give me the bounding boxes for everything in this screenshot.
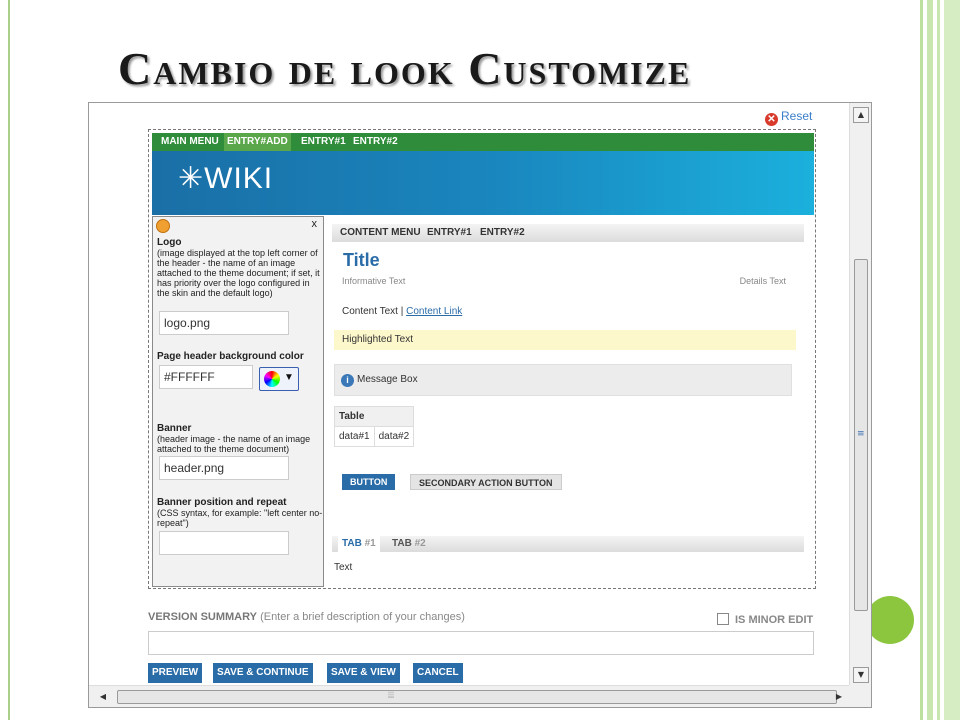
content-link[interactable]: Content Link [406, 306, 462, 317]
tab-label: TAB [392, 538, 412, 549]
banner-position-field[interactable] [159, 531, 289, 555]
details-text: Details Text [739, 276, 786, 286]
banner-position-help: (CSS syntax, for example: "left center n… [157, 508, 323, 528]
secondary-action-button[interactable]: SECONDARY ACTION BUTTON [410, 474, 562, 490]
content-preview: CONTENT MENU ENTRY#1 ENTRY#2 Title Infor… [332, 224, 804, 524]
close-button[interactable]: x [312, 218, 318, 230]
content-menu-item[interactable]: CONTENT MENU [340, 224, 421, 242]
content-text: Content Text | Content Link [342, 306, 462, 317]
table-cell: data#1 [334, 426, 375, 447]
content-text-label: Content Text | [342, 306, 404, 317]
tab-label: TAB [342, 538, 362, 549]
informative-text: Informative Text [342, 276, 406, 286]
tabs-preview: TAB #1 TAB #2 Text [332, 536, 804, 584]
vertical-scrollbar[interactable]: ▲ ≡ ▼ [849, 103, 871, 687]
right-stripe [927, 0, 933, 720]
editor-page: ✕ Reset MAIN MENU ENTRY#ADD ENTRY#1 ENTRY… [121, 103, 849, 687]
banner-position-label: Banner position and repeat [157, 497, 287, 508]
logo-help: (image displayed at the top left corner … [157, 248, 320, 298]
grip-icon: ⦙⦙⦙ [388, 691, 395, 701]
message-box: i Message Box [334, 364, 792, 396]
left-rule [8, 0, 10, 720]
tab-content-text: Text [334, 562, 353, 573]
version-summary-hint: (Enter a brief description of your chang… [260, 611, 465, 623]
banner-label: Banner [157, 423, 192, 434]
content-menu-item[interactable]: ENTRY#1 [427, 224, 472, 242]
horizontal-scrollbar[interactable]: ◀ ⦙⦙⦙ ▶ [89, 685, 851, 707]
tab-number: #1 [364, 538, 376, 549]
version-summary-label: VERSION SUMMARY (Enter a brief descripti… [148, 611, 465, 623]
horizontal-scroll-thumb[interactable]: ⦙⦙⦙ [117, 690, 837, 704]
scroll-up-icon[interactable]: ▲ [853, 107, 869, 123]
customize-panel: x Logo (image displayed at the top left … [152, 216, 324, 587]
palette-icon [156, 219, 170, 233]
scroll-down-icon[interactable]: ▼ [853, 667, 869, 683]
table-header: Table [333, 406, 415, 427]
minor-edit-checkbox[interactable] [717, 613, 729, 625]
minor-edit-label: IS MINOR EDIT [735, 614, 814, 626]
banner-help: (header image - the name of an image att… [157, 434, 311, 454]
table-row: data#1 data#2 [334, 426, 415, 447]
slide-title: Cambio de look Customize [118, 43, 692, 94]
content-menu-bar: CONTENT MENU ENTRY#1 ENTRY#2 [332, 224, 804, 242]
menu-item-entry-1[interactable]: ENTRY#1 [298, 133, 349, 151]
save-view-button[interactable]: SAVE & VIEW [327, 663, 400, 683]
tabs-bar: TAB #1 TAB #2 [332, 536, 804, 552]
reset-link[interactable]: ✕ Reset [765, 109, 812, 126]
info-icon: i [341, 374, 354, 387]
tab-1[interactable]: TAB #1 [338, 536, 380, 552]
preview-button[interactable]: PREVIEW [148, 663, 203, 683]
right-stripe [920, 0, 923, 720]
accent-dot [866, 596, 914, 644]
grip-icon: ≡ [857, 429, 865, 439]
primary-button[interactable]: BUTTON [342, 474, 396, 490]
logo-field[interactable]: logo.png [159, 311, 289, 335]
screenshot-window: ✕ Reset MAIN MENU ENTRY#ADD ENTRY#1 ENTRY… [88, 102, 872, 708]
menu-item-entry-2[interactable]: ENTRY#2 [350, 133, 401, 151]
menu-item-entry-add[interactable]: ENTRY#ADD [224, 133, 291, 151]
right-stripe [937, 0, 940, 720]
scroll-right-icon[interactable]: ▶ [833, 690, 845, 704]
main-menu-bar: MAIN MENU ENTRY#ADD ENTRY#1 ENTRY#2 [152, 133, 814, 151]
highlighted-text: Highlighted Text [334, 330, 796, 350]
theme-preview: MAIN MENU ENTRY#ADD ENTRY#1 ENTRY#2 ✳WIK… [148, 129, 816, 589]
content-title: Title [343, 250, 380, 270]
reset-label: Reset [781, 109, 813, 123]
scroll-left-icon[interactable]: ◀ [97, 690, 109, 704]
header-bg-label: Page header background color [157, 351, 304, 362]
message-box-text: Message Box [357, 374, 418, 385]
tab-number: #2 [414, 538, 426, 549]
color-wheel-icon [264, 371, 280, 387]
table-cell: data#2 [373, 426, 415, 447]
chevron-down-icon: ▼ [284, 372, 294, 383]
version-summary-input[interactable] [148, 631, 814, 655]
reset-icon: ✕ [765, 113, 778, 126]
right-stripe [944, 0, 960, 720]
save-continue-button[interactable]: SAVE & CONTINUE [213, 663, 313, 683]
header-bg-field[interactable]: #FFFFFF [159, 365, 253, 389]
menu-item-main-menu[interactable]: MAIN MENU [158, 133, 222, 151]
cancel-button[interactable]: CANCEL [413, 663, 463, 683]
xwiki-logo: ✳WIKI [178, 162, 274, 195]
header-banner: ✳WIKI [152, 151, 814, 215]
sample-table: Table data#1 data#2 [333, 406, 415, 447]
scrollbar-corner [849, 685, 871, 707]
tab-2[interactable]: TAB #2 [388, 536, 430, 552]
vertical-scroll-thumb[interactable]: ≡ [854, 259, 868, 611]
banner-field[interactable]: header.png [159, 456, 289, 480]
logo-label: Logo [157, 237, 182, 248]
content-menu-item[interactable]: ENTRY#2 [480, 224, 525, 242]
version-summary-title: VERSION SUMMARY [148, 611, 257, 623]
color-picker-button[interactable]: ▼ [259, 367, 299, 391]
